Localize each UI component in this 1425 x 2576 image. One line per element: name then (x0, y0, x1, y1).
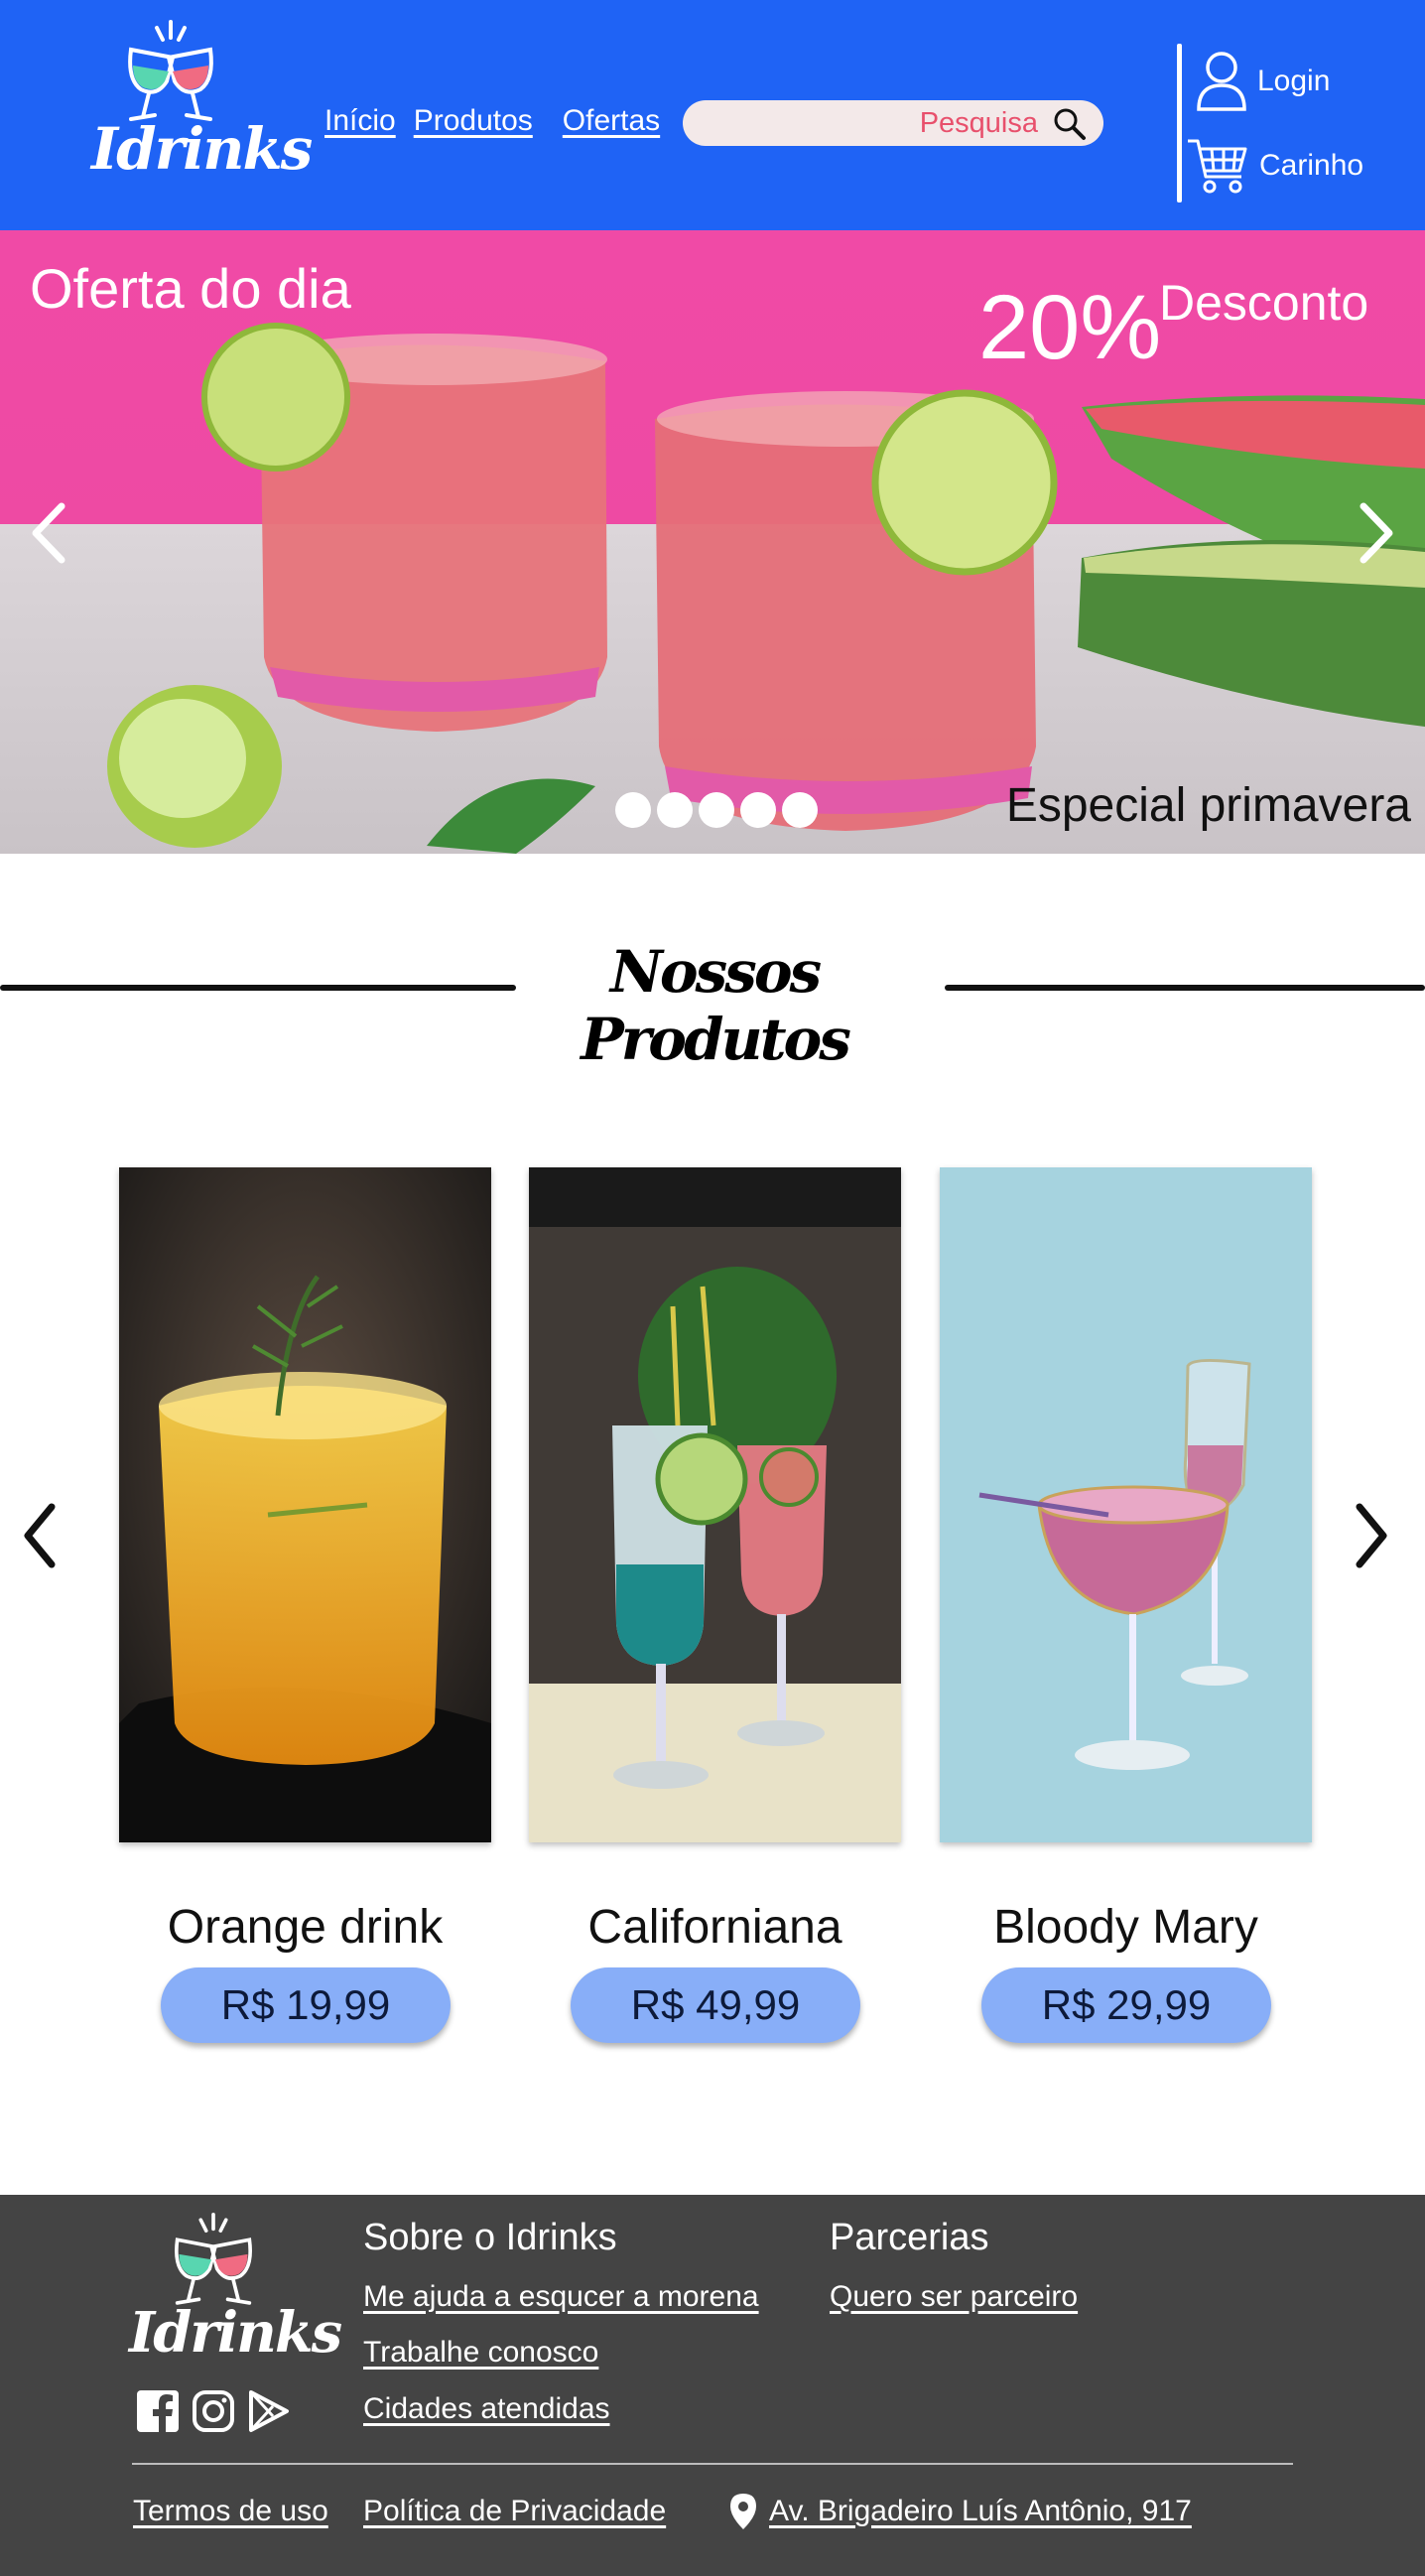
nav-link-inicio[interactable]: Início (324, 104, 396, 138)
site-footer: Idrinks Sobre o Idrinks Me ajuda a esquc… (0, 2195, 1425, 2576)
carousel-dot[interactable] (615, 792, 651, 828)
carousel-dots (615, 792, 818, 828)
play-store-icon[interactable] (247, 2389, 291, 2433)
footer-link-partner[interactable]: Quero ser parceiro (830, 2280, 1078, 2314)
hero-discount-label: Desconto (1159, 275, 1369, 331)
logo-text: Idrinks (91, 115, 313, 183)
search-icon[interactable] (1052, 106, 1088, 142)
cart-button[interactable]: Carinho (1186, 135, 1363, 197)
section-title: Nossos Produtos (581, 938, 851, 1073)
product-image[interactable] (529, 1167, 901, 1842)
nav-link-ofertas[interactable]: Ofertas (563, 104, 660, 138)
cart-label: Carinho (1259, 149, 1364, 182)
section-divider-right (945, 985, 1425, 991)
chevron-left-icon[interactable] (18, 1501, 62, 1570)
instagram-icon[interactable] (192, 2389, 235, 2433)
footer-address[interactable]: Av. Brigadeiro Luís Antônio, 917 (729, 2493, 1192, 2530)
footer-address-link[interactable]: Av. Brigadeiro Luís Antônio, 917 (769, 2495, 1192, 2528)
product-card[interactable]: Californiana R$ 49,99 (529, 1167, 901, 2043)
footer-link-about[interactable]: Me ajuda a esqucer a morena (363, 2280, 759, 2314)
product-card[interactable]: Orange drink R$ 19,99 (119, 1167, 491, 2043)
site-logo[interactable]: Idrinks (91, 20, 313, 203)
chevron-right-icon[interactable] (1352, 498, 1401, 568)
carousel-dot[interactable] (657, 792, 693, 828)
footer-logo[interactable]: Idrinks (129, 2213, 342, 2372)
nav-link-produtos[interactable]: Produtos (414, 104, 533, 138)
facebook-icon[interactable] (136, 2389, 180, 2433)
shopping-cart-icon (1188, 139, 1247, 194)
wine-glasses-icon (128, 20, 213, 121)
product-price-button[interactable]: R$ 49,99 (571, 1967, 860, 2043)
carousel-dot[interactable] (740, 792, 776, 828)
section-divider-left (0, 985, 516, 991)
product-image[interactable] (119, 1167, 491, 1842)
product-price-button[interactable]: R$ 19,99 (161, 1967, 451, 2043)
social-links (136, 2389, 291, 2433)
search-placeholder: Pesquisa (919, 107, 1038, 139)
carousel-dot[interactable] (699, 792, 734, 828)
carousel-dot[interactable] (782, 792, 818, 828)
chevron-left-icon[interactable] (24, 498, 73, 568)
hero-discount-percent: 20% (978, 277, 1162, 378)
footer-divider (132, 2463, 1293, 2465)
footer-logo-text: Idrinks (129, 2300, 342, 2366)
product-name: Orange drink (167, 1901, 444, 1954)
product-card[interactable]: Bloody Mary R$ 29,99 (940, 1167, 1312, 2043)
product-name: Californiana (587, 1901, 842, 1954)
chevron-right-icon[interactable] (1350, 1501, 1393, 1570)
site-header: Idrinks Início Produtos Ofertas Pesquisa… (0, 0, 1425, 230)
footer-about-heading: Sobre o Idrinks (363, 2217, 617, 2258)
main-nav: Início Produtos Ofertas (324, 104, 660, 138)
wine-glasses-icon (175, 2213, 252, 2305)
footer-link-privacy[interactable]: Política de Privacidade (363, 2495, 666, 2528)
header-divider (1177, 44, 1182, 203)
hero-banner: Oferta do dia 20% Desconto Especial prim… (0, 230, 1425, 854)
footer-partners-heading: Parcerias (830, 2217, 989, 2258)
search-input[interactable]: Pesquisa (683, 100, 1103, 146)
footer-link-careers[interactable]: Trabalhe conosco (363, 2336, 598, 2370)
product-name: Bloody Mary (993, 1901, 1258, 1954)
product-image[interactable] (940, 1167, 1312, 1842)
user-icon (1197, 52, 1246, 111)
footer-link-cities[interactable]: Cidades atendidas (363, 2392, 610, 2426)
login-button[interactable]: Login (1196, 50, 1330, 113)
product-price-button[interactable]: R$ 29,99 (981, 1967, 1271, 2043)
login-label: Login (1257, 65, 1331, 97)
hero-title: Oferta do dia (30, 257, 351, 320)
hero-subtitle: Especial primavera (1005, 779, 1411, 832)
location-pin-icon (730, 2494, 756, 2529)
footer-link-terms[interactable]: Termos de uso (133, 2495, 328, 2528)
